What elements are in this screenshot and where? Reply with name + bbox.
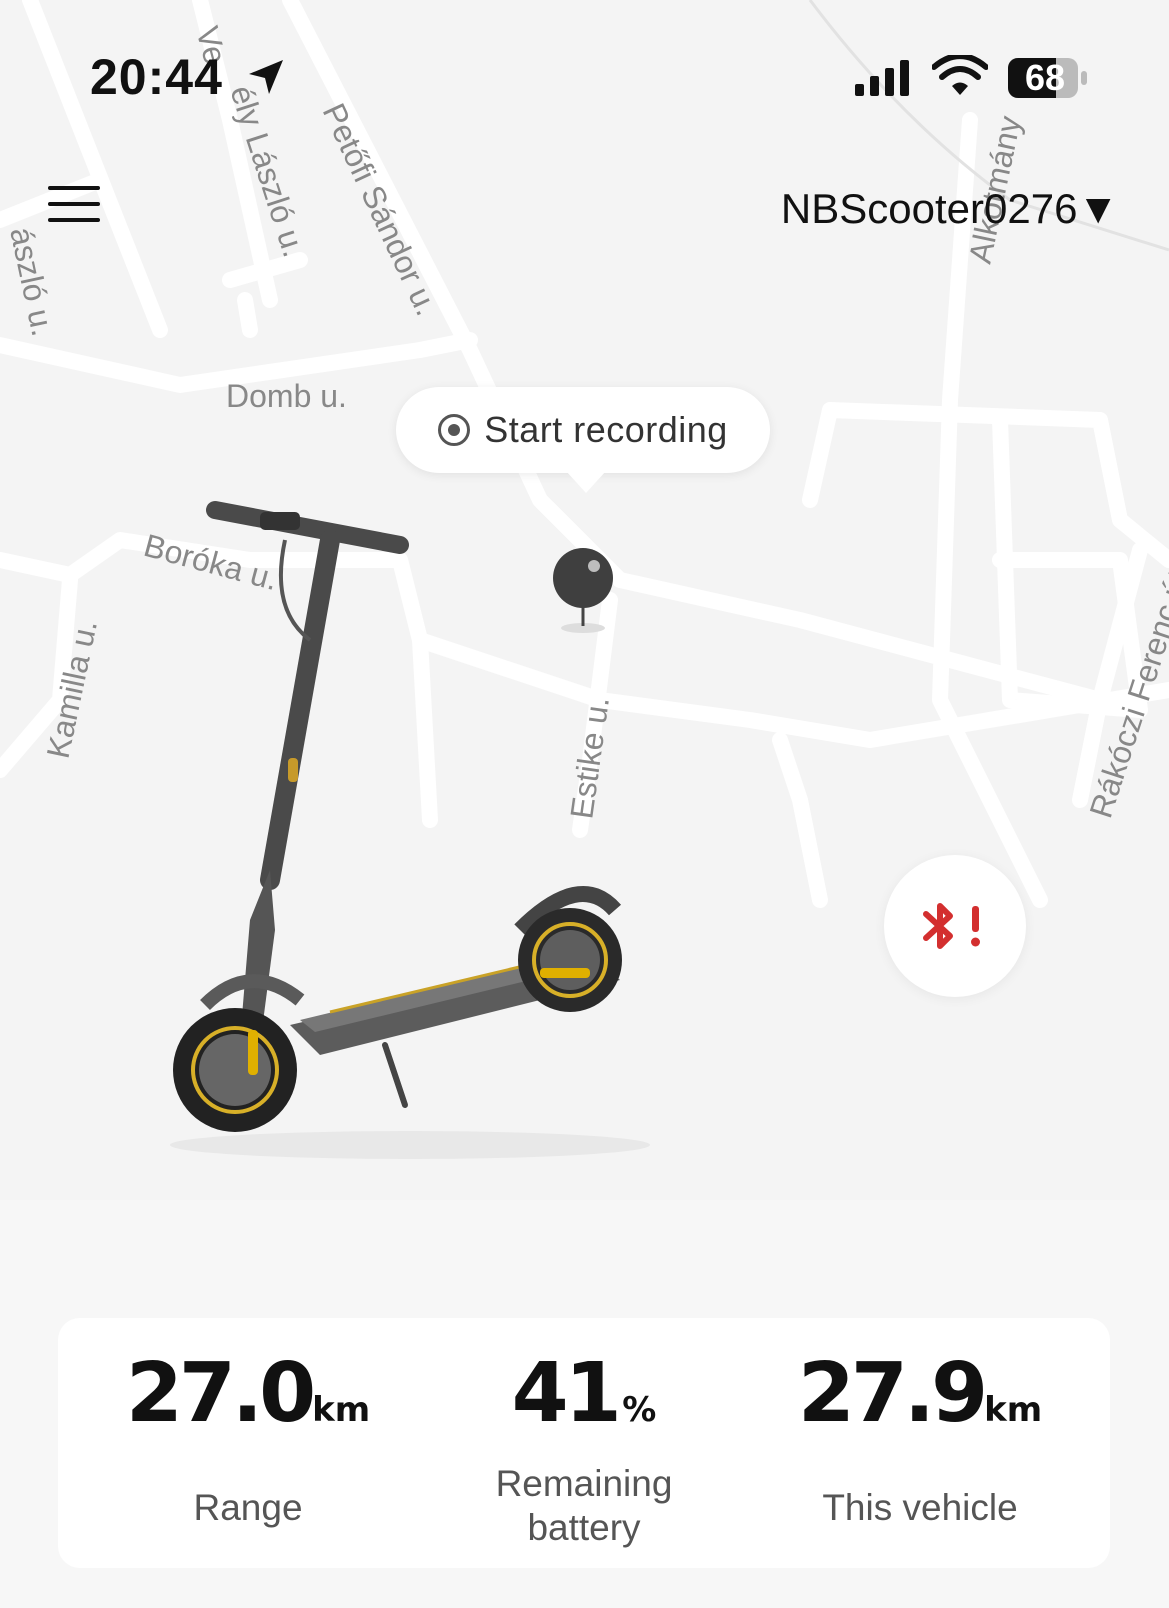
stat-this-vehicle: 27.9km This vehicle (750, 1318, 1090, 1530)
stat-value-row: 27.0km (78, 1346, 418, 1446)
battery-label: Remaining battery (495, 1463, 673, 1548)
bluetooth-alert-icon (923, 903, 980, 949)
location-arrow-icon (249, 60, 283, 94)
start-recording-button[interactable]: Start recording (396, 387, 770, 493)
stat-value-row: 41 % (414, 1346, 754, 1446)
status-bar: 20:44 68 (0, 0, 1169, 150)
hamburger-line (48, 186, 100, 190)
vehicle-label: This vehicle (822, 1487, 1018, 1528)
status-time: 20:44 (90, 49, 223, 105)
vehicle-unit: km (984, 1390, 1043, 1430)
battery-value: 41 (511, 1346, 622, 1441)
vehicle-value: 27.9 (797, 1346, 988, 1441)
bluetooth-status-button[interactable] (884, 855, 1026, 997)
street-label: Domb u. (226, 378, 347, 414)
cellular-signal-icon (855, 60, 909, 96)
start-recording-label: Start recording (484, 409, 728, 450)
range-label: Range (193, 1487, 303, 1528)
menu-button[interactable] (44, 180, 104, 230)
stat-remaining-battery: 41 % Remaining battery (414, 1318, 754, 1550)
wifi-icon (932, 55, 988, 95)
device-selector[interactable]: NBScooter0276▼ (781, 185, 1119, 233)
hamburger-line (48, 202, 100, 206)
stats-card: 27.0km Range 41 % Remaining battery 27.9… (58, 1318, 1110, 1568)
stat-value-row: 27.9km (750, 1346, 1090, 1446)
stat-range: 27.0km Range (78, 1318, 418, 1530)
range-value: 27.0 (125, 1346, 316, 1441)
range-unit: km (312, 1390, 371, 1430)
battery-percent: 68 (1024, 57, 1066, 98)
hamburger-line (48, 218, 100, 222)
battery-unit: % (622, 1390, 657, 1430)
record-icon (438, 414, 471, 446)
scooter-image (170, 501, 650, 1159)
